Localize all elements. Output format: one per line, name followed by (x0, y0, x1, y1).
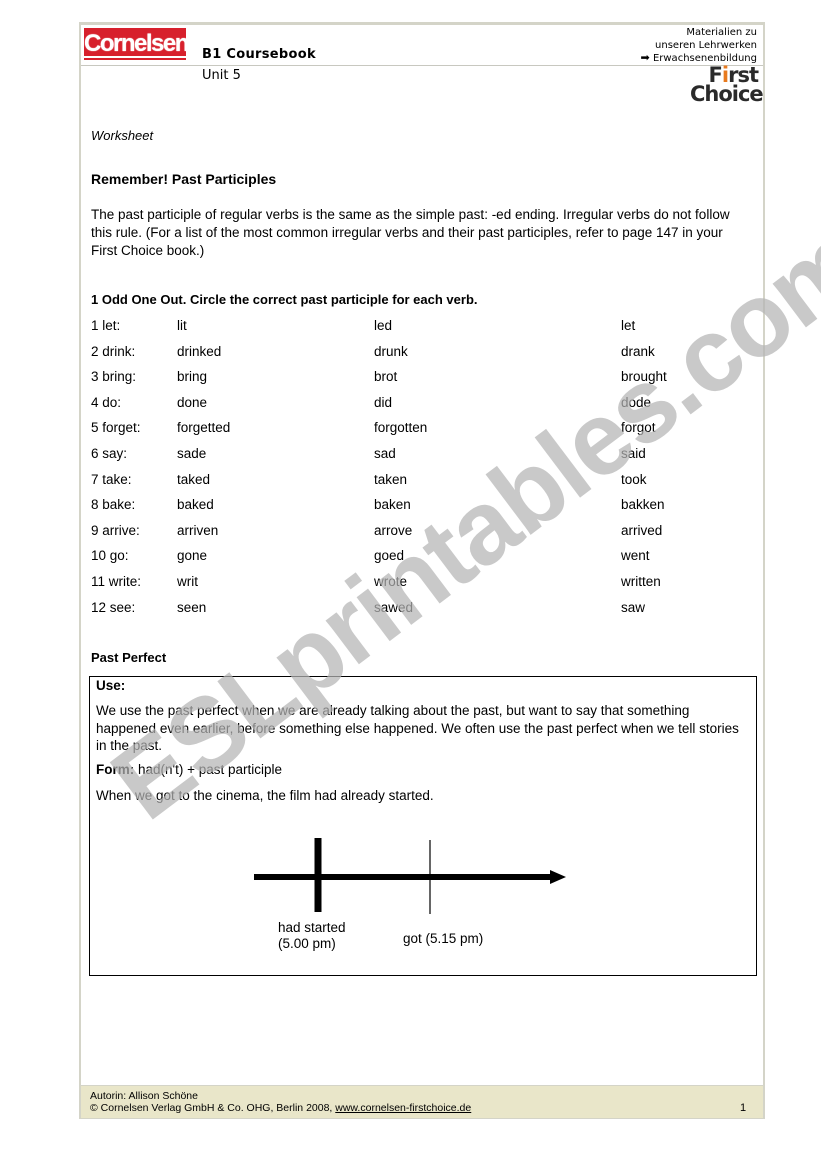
option-c[interactable]: written (621, 574, 661, 589)
option-c[interactable]: drank (621, 344, 655, 359)
option-c[interactable]: arrived (621, 523, 662, 538)
option-b[interactable]: baken (374, 497, 411, 512)
past-perfect-title: Past Perfect (91, 650, 167, 665)
verb-label: 2 drink: (91, 343, 136, 359)
exercise-row: 10 go: gone goed went (91, 548, 761, 568)
example-sentence: When we got to the cinema, the film had … (96, 788, 434, 803)
option-c[interactable]: brought (621, 369, 667, 384)
footer-copyright: © Cornelsen Verlag GmbH & Co. OHG, Berli… (90, 1102, 471, 1114)
option-b[interactable]: forgotten (374, 420, 427, 435)
option-a[interactable]: writ (177, 574, 198, 589)
exercise-row: 1 let: lit led let (91, 318, 761, 338)
option-c[interactable]: forgot (621, 420, 656, 435)
exercise-row: 4 do: done did dode (91, 395, 761, 415)
footer-link[interactable]: www.cornelsen-firstchoice.de (335, 1102, 471, 1114)
exercise-row: 5 forget: forgetted forgotten forgot (91, 420, 761, 440)
unit-label: Unit 5 (202, 68, 241, 83)
exercise-row: 3 bring: bring brot brought (91, 369, 761, 389)
section-title: Remember! Past Participles (91, 171, 277, 187)
option-b[interactable]: sad (374, 446, 396, 461)
option-b[interactable]: sawed (374, 600, 413, 615)
cornelsen-logo-text: Cornelsen (84, 30, 189, 58)
exercise-row: 8 bake: baked baken bakken (91, 497, 761, 517)
top-right-line-2: unseren Lehrwerken (655, 39, 757, 51)
event2-label: got (5.15 pm) (403, 931, 484, 946)
option-c[interactable]: saw (621, 600, 645, 615)
verb-label: 11 write: (91, 574, 142, 589)
option-b[interactable]: drunk (374, 344, 408, 359)
form-line: Form: had(n't) + past participle (96, 762, 282, 777)
worksheet-label: Worksheet (91, 128, 154, 143)
exercise-row: 6 say: sade sad said (91, 446, 761, 466)
option-b[interactable]: arrove (374, 523, 412, 538)
option-c[interactable]: said (621, 446, 646, 461)
option-a[interactable]: baked (177, 497, 214, 512)
option-c[interactable]: took (621, 472, 647, 487)
verb-label: 12 see: (91, 599, 136, 615)
option-c[interactable]: went (621, 548, 650, 563)
option-a[interactable]: sade (177, 446, 206, 461)
exercise-row: 7 take: taked taken took (91, 472, 761, 492)
exercise-row: 12 see: seen sawed saw (91, 600, 761, 620)
verb-label: 10 go: (91, 548, 129, 564)
page-number: 1 (740, 1102, 747, 1114)
option-b[interactable]: goed (374, 548, 404, 563)
option-c[interactable]: let (621, 318, 635, 333)
option-a[interactable]: bring (177, 369, 207, 384)
option-b[interactable]: did (374, 395, 392, 410)
verb-label: 6 say: (91, 446, 128, 461)
form-text: had(n't) + past participle (134, 762, 283, 777)
option-c[interactable]: bakken (621, 497, 665, 512)
exercise-row: 9 arrive: arriven arrove arrived (91, 523, 761, 543)
option-b[interactable]: taken (374, 472, 407, 487)
verb-label: 1 let: (91, 318, 121, 333)
verb-label: 5 forget: (91, 420, 141, 436)
top-right-info: Materialien zu unseren Lehrwerken ➡ Erwa… (641, 27, 757, 66)
verb-label: 9 arrive: (91, 522, 140, 538)
course-title: B1 Coursebook (202, 47, 316, 62)
event1-label: had started (5.00 pm) (278, 920, 346, 952)
verb-label: 8 bake: (91, 497, 136, 513)
arrow-right-icon: ➡ (640, 51, 650, 64)
exercise-title: 1 Odd One Out. Circle the correct past p… (91, 292, 478, 307)
option-a[interactable]: done (177, 395, 207, 410)
option-c[interactable]: dode (621, 395, 651, 410)
option-a[interactable]: forgetted (177, 420, 230, 435)
logo-choice: Choice (690, 82, 764, 106)
exercise-row: 2 drink: drinked drunk drank (91, 344, 761, 364)
option-b[interactable]: brot (374, 369, 397, 384)
option-b[interactable]: wrote (374, 574, 407, 589)
intro-paragraph: The past participle of regular verbs is … (91, 207, 730, 258)
option-a[interactable]: taked (177, 472, 210, 487)
footer-author: Autorin: Allison Schöne (90, 1090, 198, 1102)
verb-label: 7 take: (91, 471, 132, 487)
option-a[interactable]: seen (177, 600, 206, 615)
use-label: Use: (96, 678, 126, 693)
verb-label: 3 bring: (91, 369, 137, 385)
verb-label: 4 do: (91, 394, 122, 410)
option-a[interactable]: drinked (177, 344, 221, 359)
cornelsen-logo: Cornelsen (84, 28, 189, 60)
option-a[interactable]: arriven (177, 523, 218, 538)
copyright-text: © Cornelsen Verlag GmbH & Co. OHG, Berli… (90, 1102, 336, 1114)
first-choice-logo: First Choice (690, 65, 764, 106)
form-label: Form: (96, 762, 135, 777)
option-a[interactable]: lit (177, 318, 187, 333)
use-text: We use the past perfect when we are alre… (96, 703, 739, 753)
option-b[interactable]: led (374, 318, 392, 333)
event1-label-line1: had started (278, 920, 346, 935)
event1-label-line2: (5.00 pm) (278, 936, 336, 951)
exercise-row: 11 write: writ wrote written (91, 574, 761, 594)
top-right-line-1: Materialien zu (686, 27, 757, 38)
option-a[interactable]: gone (177, 548, 207, 563)
